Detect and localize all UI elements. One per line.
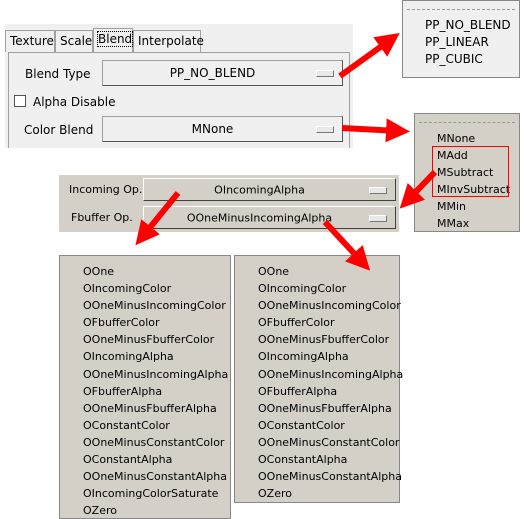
arrow [399, 169, 438, 209]
arrow [338, 32, 400, 79]
arrow [322, 219, 371, 271]
annotation-arrows [135, 32, 438, 271]
arrow [341, 118, 410, 143]
arrow [135, 191, 181, 246]
